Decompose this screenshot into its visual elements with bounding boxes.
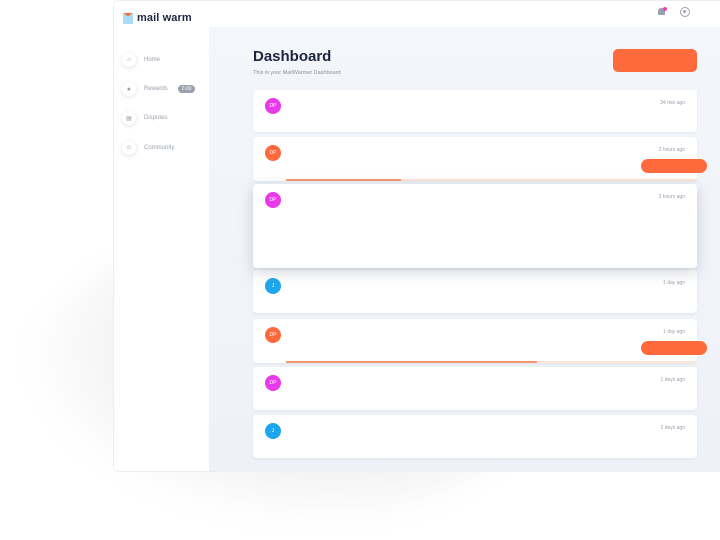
top-bar: mail warm (114, 1, 720, 27)
sidebar-item-label: Community (144, 145, 175, 151)
envelope-logo-icon (123, 12, 133, 24)
document-icon: ▤ (122, 111, 136, 125)
sidebar-item-rewards[interactable]: ★ Rewards 0.00 (122, 82, 196, 96)
progress-fill (286, 361, 537, 363)
user-circle-icon[interactable] (680, 7, 690, 17)
card-action-button[interactable] (641, 159, 707, 173)
feed-card[interactable]: DP 1 day ago (253, 319, 707, 363)
feed-card[interactable]: J 2 days ago (253, 415, 697, 458)
people-icon: ☺ (122, 141, 136, 155)
primary-action-button[interactable] (613, 49, 697, 72)
sidebar-item-label: Rewards (144, 86, 168, 92)
avatar: DP (265, 145, 281, 161)
timestamp: 1 days ago (660, 377, 685, 383)
card-action-button[interactable] (641, 341, 707, 355)
avatar: DP (265, 327, 281, 343)
page-title: Dashboard (253, 48, 332, 65)
progress-fill (286, 179, 402, 181)
sidebar-item-label: Disputes (144, 115, 168, 121)
page-subtitle: This is your MailWarmer Dashboard (253, 70, 341, 76)
avatar: J (265, 423, 281, 439)
sidebar-item-disputes[interactable]: ▤ Disputes (122, 111, 167, 125)
home-icon: ⌂ (122, 53, 136, 67)
feed-card[interactable]: DP 2 hours ago (253, 137, 707, 181)
main-content: Dashboard This is your MailWarmer Dashbo… (209, 27, 720, 471)
progress-bar (286, 361, 697, 363)
sidebar: ⌂ Home ★ Rewards 0.00 ▤ Disputes ☺ Commu… (114, 27, 209, 471)
feed-card[interactable]: DP 34 min ago (253, 90, 697, 132)
feed-card[interactable]: DP 1 days ago (253, 367, 697, 410)
logo[interactable]: mail warm (123, 12, 192, 24)
feed-card[interactable]: DP 3 hours ago (253, 184, 697, 268)
bell-icon[interactable] (657, 7, 667, 17)
progress-bar (286, 179, 697, 181)
timestamp: 2 hours ago (658, 147, 685, 153)
avatar: DP (265, 98, 281, 114)
feed-card[interactable]: J 1 day ago (253, 270, 697, 313)
rewards-badge: 0.00 (177, 85, 196, 93)
sidebar-item-home[interactable]: ⌂ Home (122, 53, 160, 67)
timestamp: 3 hours ago (658, 194, 685, 200)
app-window: mail warm ⌂ Home ★ Rewards 0.00 ▤ Disput… (113, 0, 720, 472)
logo-text: mail warm (137, 12, 192, 24)
notification-dot (663, 7, 667, 11)
star-icon: ★ (122, 82, 136, 96)
avatar: J (265, 278, 281, 294)
avatar: DP (265, 192, 281, 208)
timestamp: 34 min ago (660, 100, 685, 106)
timestamp: 1 day ago (663, 280, 685, 286)
avatar: DP (265, 375, 281, 391)
sidebar-item-community[interactable]: ☺ Community (122, 141, 174, 155)
timestamp: 1 day ago (663, 329, 685, 335)
sidebar-item-label: Home (144, 57, 161, 63)
timestamp: 2 days ago (660, 425, 685, 431)
